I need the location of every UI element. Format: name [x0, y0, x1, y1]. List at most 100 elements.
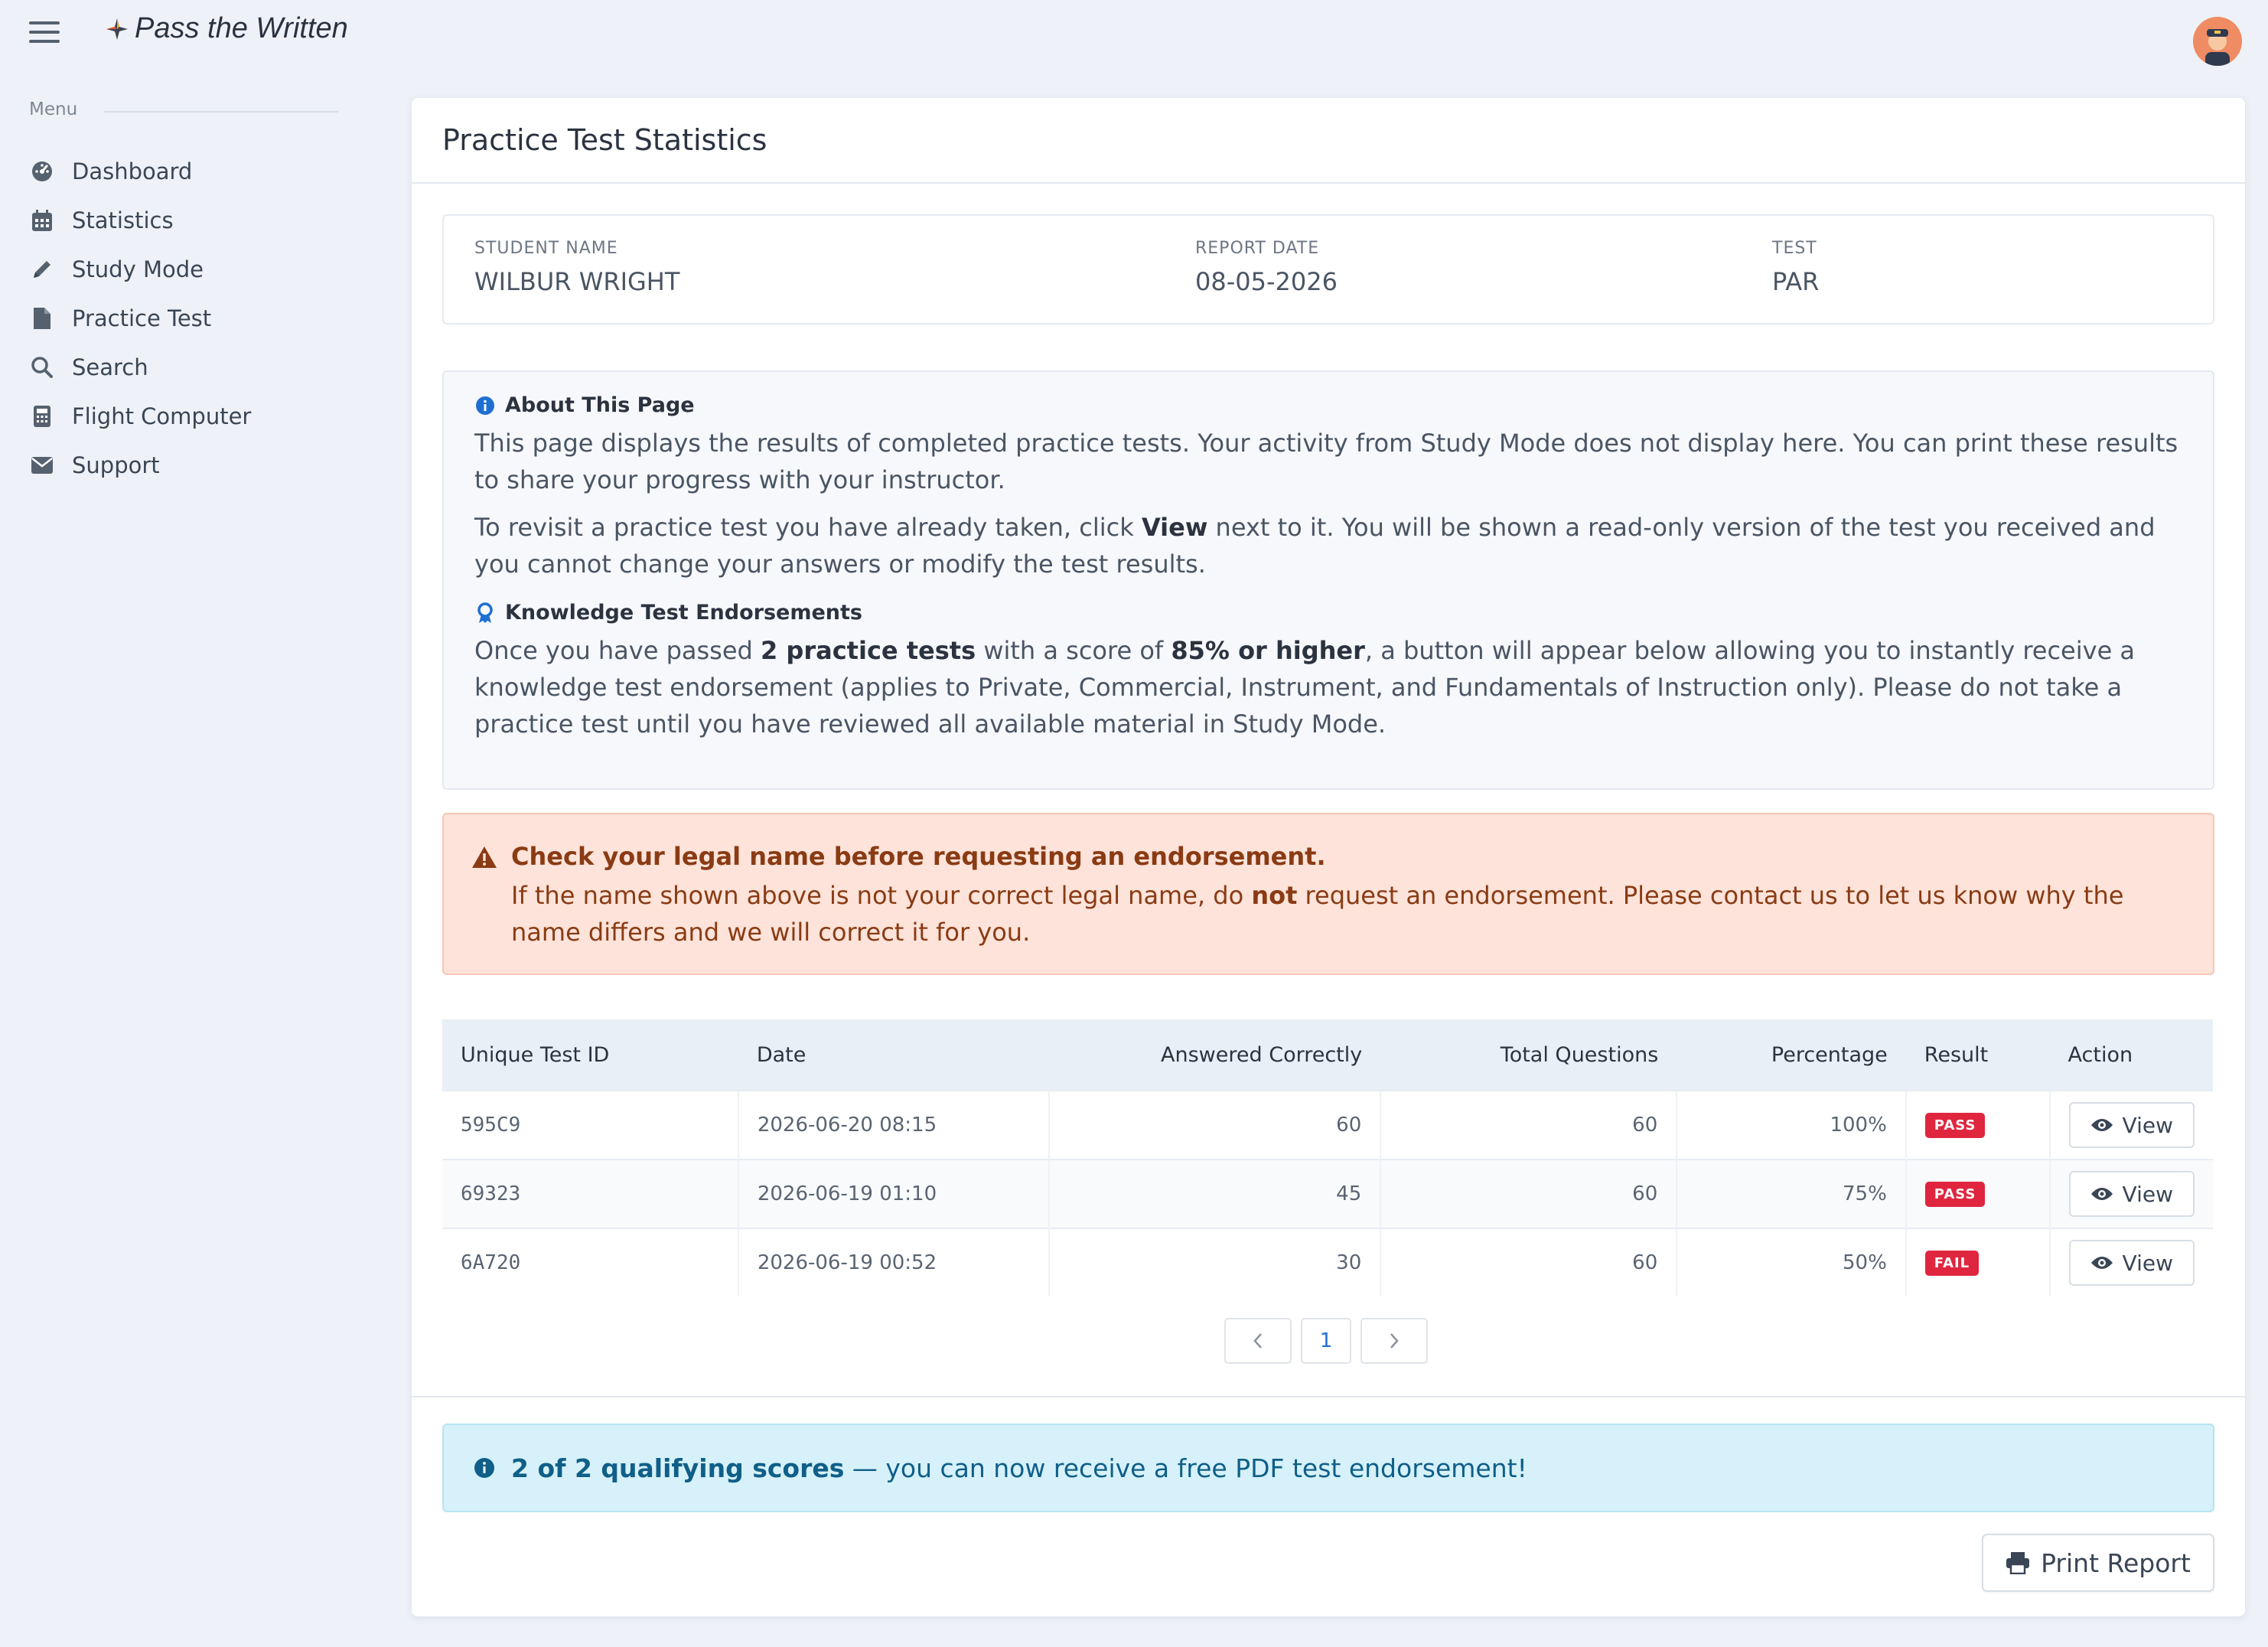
- test-id-cell: 595C9: [442, 1090, 738, 1159]
- about-heading: About This Page: [474, 393, 2182, 417]
- endorsement-paragraph: Once you have passed 2 practice tests wi…: [474, 632, 2182, 742]
- app-logo[interactable]: Pass the Written: [104, 12, 348, 45]
- view-button-label: View: [2122, 1112, 2173, 1138]
- table-row: 69323 2026-06-19 01:10 45 60 75% PASS Vi…: [442, 1159, 2213, 1228]
- date-cell: 2026-06-19 01:10: [737, 1159, 1050, 1228]
- hamburger-menu-button[interactable]: [29, 21, 60, 43]
- action-cell: View: [2048, 1090, 2213, 1159]
- about-text-bold: View: [1141, 513, 1208, 542]
- test-type-label: TEST: [1772, 239, 1817, 258]
- sidebar-item-flight-computer[interactable]: Flight Computer: [29, 392, 251, 441]
- table-row: 6A720 2026-06-19 00:52 30 60 50% FAIL Vi…: [442, 1228, 2213, 1296]
- previous-page-button[interactable]: [1224, 1318, 1292, 1364]
- qualifying-scores-count: 2 of 2 qualifying scores: [511, 1453, 845, 1483]
- pilot-avatar-icon: [2193, 17, 2242, 66]
- info-circle-icon: [476, 396, 494, 415]
- status-badge: PASS: [1924, 1113, 1986, 1138]
- sidebar-item-support[interactable]: Support: [29, 441, 251, 490]
- about-text-bold: 85% or higher: [1171, 636, 1365, 665]
- qualifying-scores-message: — you can now receive a free PDF test en…: [844, 1453, 1527, 1483]
- test-id-cell: 69323: [442, 1159, 738, 1228]
- status-badge: PASS: [1924, 1182, 1986, 1207]
- student-name-field: STUDENT NAME WILBUR WRIGHT: [474, 239, 679, 296]
- date-cell: 2026-06-19 00:52: [737, 1228, 1050, 1296]
- calendar-icon: [29, 207, 55, 233]
- chevron-left-icon: [1253, 1333, 1262, 1349]
- chevron-right-icon: [1390, 1333, 1399, 1349]
- percentage-cell: 75%: [1676, 1159, 1906, 1228]
- sidebar-item-search[interactable]: Search: [29, 343, 251, 392]
- status-badge: FAIL: [1924, 1251, 1980, 1276]
- printer-icon: [2006, 1552, 2030, 1574]
- results-table: Unique Test ID Date Answered Correctly T…: [442, 1019, 2213, 1296]
- hamburger-line: [29, 21, 60, 24]
- card-header: Practice Test Statistics: [412, 98, 2245, 184]
- total-questions-cell: 60: [1380, 1159, 1677, 1228]
- airplane-logo-icon: [106, 18, 128, 40]
- view-test-button[interactable]: View: [2068, 1171, 2195, 1217]
- endorsement-heading: Knowledge Test Endorsements: [474, 601, 2182, 625]
- envelope-icon: [29, 452, 55, 478]
- warning-text: If the name shown above is not your corr…: [511, 881, 1252, 910]
- about-heading-text: About This Page: [505, 393, 695, 417]
- action-cell: View: [2048, 1159, 2213, 1228]
- app-title: Pass the Written: [135, 12, 348, 44]
- action-cell: View: [2048, 1228, 2213, 1296]
- sidebar-item-dashboard[interactable]: Dashboard: [29, 147, 251, 196]
- info-circle-icon: [474, 1458, 494, 1478]
- about-text: with a score of: [976, 636, 1171, 665]
- file-icon: [29, 305, 55, 331]
- sidebar-item-label: Practice Test: [72, 305, 212, 331]
- award-ribbon-icon: [477, 602, 493, 623]
- eye-icon: [2090, 1188, 2113, 1200]
- test-type-field: TEST PAR: [1772, 239, 1819, 296]
- warning-text-bold: not: [1251, 881, 1298, 910]
- table-row: 595C9 2026-06-20 08:15 60 60 100% PASS V…: [442, 1090, 2213, 1159]
- student-name-value: WILBUR WRIGHT: [474, 267, 680, 296]
- hamburger-line: [29, 40, 60, 43]
- page-title: Practice Test Statistics: [442, 123, 767, 157]
- sidebar-item-label: Search: [72, 354, 148, 380]
- view-button-label: View: [2122, 1181, 2173, 1207]
- test-type-value: PAR: [1772, 267, 1820, 296]
- about-paragraph-1: This page displays the results of comple…: [474, 429, 2178, 494]
- percentage-cell: 50%: [1676, 1228, 1906, 1296]
- print-report-label: Print Report: [2041, 1548, 2191, 1578]
- report-date-field: REPORT DATE 08-05-2026: [1195, 239, 1338, 296]
- report-date-label: REPORT DATE: [1195, 239, 1320, 258]
- column-header: Percentage: [1677, 1019, 1906, 1091]
- endorsement-heading-text: Knowledge Test Endorsements: [505, 601, 862, 625]
- sidebar-item-label: Support: [72, 452, 160, 478]
- about-text: Once you have passed: [474, 636, 761, 665]
- sidebar-nav: Dashboard Statistics Study Mode Practice…: [29, 147, 251, 490]
- about-paragraph-2: To revisit a practice test you have alre…: [474, 509, 2182, 582]
- answered-correctly-cell: 45: [1048, 1159, 1381, 1228]
- page-number-button[interactable]: 1: [1301, 1318, 1351, 1364]
- eye-icon: [2090, 1257, 2113, 1269]
- sidebar-item-label: Statistics: [72, 207, 174, 233]
- answered-correctly-cell: 60: [1048, 1090, 1381, 1159]
- result-cell: PASS: [1905, 1159, 2050, 1228]
- user-avatar[interactable]: [2193, 17, 2242, 66]
- section-divider: [412, 1396, 2245, 1398]
- pencil-icon: [29, 256, 55, 282]
- result-cell: FAIL: [1905, 1228, 2050, 1296]
- total-questions-cell: 60: [1380, 1090, 1677, 1159]
- sidebar-item-statistics[interactable]: Statistics: [29, 196, 251, 245]
- dashboard-icon: [29, 158, 55, 184]
- view-test-button[interactable]: View: [2068, 1240, 2195, 1286]
- student-info-panel: STUDENT NAME WILBUR WRIGHT REPORT DATE 0…: [442, 214, 2214, 325]
- view-test-button[interactable]: View: [2068, 1102, 2195, 1148]
- sidebar-divider: [104, 111, 338, 113]
- print-report-button[interactable]: Print Report: [1982, 1534, 2214, 1592]
- sidebar-item-study-mode[interactable]: Study Mode: [29, 245, 251, 294]
- hamburger-line: [29, 31, 60, 34]
- report-date-value: 08-05-2026: [1195, 267, 1338, 296]
- qualifying-scores-alert: 2 of 2 qualifying scores — you can now r…: [442, 1424, 2214, 1512]
- next-page-button[interactable]: [1360, 1318, 1428, 1364]
- test-id-cell: 6A720: [442, 1228, 738, 1296]
- column-header: Date: [738, 1019, 1050, 1091]
- column-header: Answered Correctly: [1049, 1019, 1381, 1091]
- percentage-cell: 100%: [1676, 1090, 1906, 1159]
- sidebar-item-practice-test[interactable]: Practice Test: [29, 294, 251, 343]
